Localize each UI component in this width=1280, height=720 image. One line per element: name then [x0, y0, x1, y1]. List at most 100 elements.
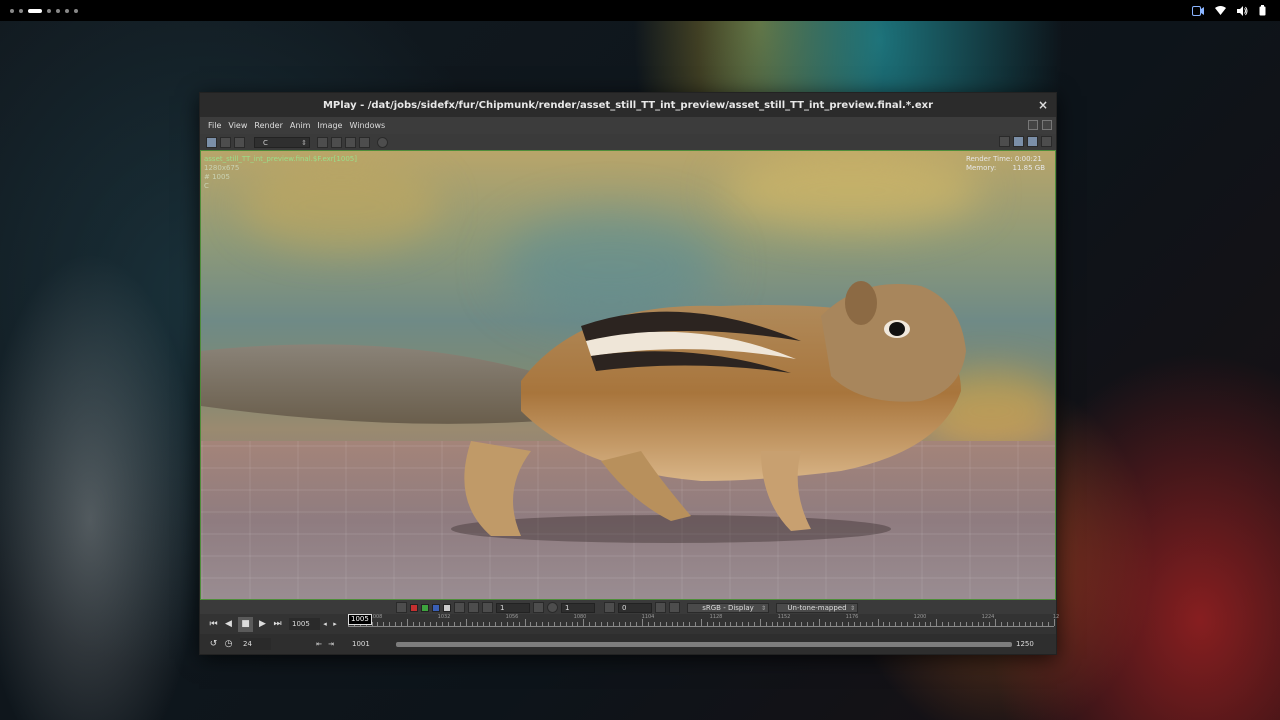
blue-channel-toggle[interactable]	[432, 603, 440, 612]
lut-icon[interactable]	[454, 602, 465, 613]
timeline-tick	[554, 622, 555, 626]
timeline-tick	[489, 622, 490, 626]
view-mode-button[interactable]	[206, 136, 217, 148]
menu-file[interactable]: File	[208, 121, 221, 130]
timeline-tick	[836, 622, 837, 626]
skip-to-end-icon[interactable]: ⏭	[270, 617, 285, 632]
range-start-step-icon[interactable]: ⇤	[313, 637, 325, 652]
timeline-tick	[783, 622, 784, 626]
step-forward-icon[interactable]: ▸	[330, 617, 340, 632]
timeline-tick	[583, 619, 584, 626]
timeline-frame-marker[interactable]: 1005	[348, 614, 372, 625]
green-channel-toggle[interactable]	[421, 603, 429, 612]
fps-field[interactable]: 24	[240, 638, 271, 650]
timeline-tick	[907, 622, 908, 626]
window-titlebar[interactable]: MPlay - /dat/jobs/sidefx/fur/Chipmunk/re…	[200, 93, 1056, 117]
timeline-tick	[613, 622, 614, 626]
timeline-tick	[672, 622, 673, 626]
workspace-dot[interactable]	[65, 8, 69, 13]
timeline-tick	[789, 622, 790, 626]
close-button[interactable]: ×	[1036, 98, 1050, 112]
float-window-icon[interactable]	[1028, 120, 1038, 130]
render-time-label: Render Time:	[965, 155, 1013, 163]
range-slider[interactable]	[396, 642, 1012, 647]
pin-icon[interactable]	[999, 136, 1010, 147]
snapshot-icon[interactable]	[396, 602, 407, 613]
alpha-channel-toggle[interactable]	[443, 603, 451, 612]
workspace-dot[interactable]	[74, 8, 78, 13]
workspace-dot[interactable]	[56, 8, 60, 13]
stop-icon[interactable]: ■	[238, 616, 253, 632]
timeline-tick	[830, 622, 831, 626]
range-start-value[interactable]: 1001	[352, 640, 370, 648]
menu-view[interactable]: View	[228, 121, 247, 130]
layout-quad-icon[interactable]	[1041, 136, 1052, 147]
timeline-tick	[601, 622, 602, 626]
current-frame-field[interactable]: 1005	[289, 618, 320, 630]
image-viewport[interactable]: asset_still_TT_int_preview.final.$F.exr[…	[200, 150, 1056, 600]
play-backward-icon[interactable]: ◀	[221, 617, 236, 632]
red-channel-toggle[interactable]	[410, 603, 418, 612]
workspace-indicator[interactable]	[0, 8, 78, 13]
maximize-window-icon[interactable]	[1042, 120, 1052, 130]
info-icon[interactable]	[377, 136, 388, 148]
workspace-dot[interactable]	[47, 8, 51, 13]
battery-icon[interactable]	[1259, 5, 1266, 16]
menu-image[interactable]: Image	[317, 121, 342, 130]
options-dropdown-icon[interactable]	[669, 602, 680, 613]
realtime-clock-icon[interactable]: ◷	[221, 637, 236, 652]
timeline-tick	[1025, 622, 1026, 626]
timeline-tick	[466, 619, 467, 626]
sequence-view-button[interactable]	[220, 136, 231, 148]
tonemap-select[interactable]: Un-tone-mapped	[776, 602, 858, 613]
timeline-tick	[1042, 622, 1043, 626]
frame-range-bar: ↺ ◷ 24 ⇤ ⇥ 1001 1250	[200, 634, 1056, 654]
exposure-field[interactable]: 1	[561, 602, 595, 613]
timeline-tick	[742, 622, 743, 626]
channel-select[interactable]: C	[254, 136, 310, 148]
menu-bar: File View Render Anim Image Windows	[200, 117, 1056, 134]
layout-grid-icon[interactable]	[1027, 136, 1038, 147]
zoom-in-icon[interactable]	[317, 136, 328, 148]
menu-anim[interactable]: Anim	[290, 121, 311, 130]
timeline-tick	[401, 622, 402, 626]
step-back-icon[interactable]: ◂	[320, 617, 330, 632]
gamma-increase-button[interactable]	[533, 602, 544, 613]
colorspace-select[interactable]: sRGB - Display	[687, 602, 769, 613]
timeline-tick	[436, 622, 437, 626]
gamma-field[interactable]: 1	[496, 602, 530, 613]
display-options-strip: 1 1 0 sRGB - Display Un-tone-mapped	[200, 600, 1056, 614]
menu-windows[interactable]: Windows	[349, 121, 385, 130]
layout-single-icon[interactable]	[1013, 136, 1024, 147]
range-end-value[interactable]: 1250	[1016, 640, 1034, 648]
loop-icon[interactable]: ↺	[206, 637, 221, 652]
timeline-tick	[1048, 622, 1049, 626]
workspace-dot-active[interactable]	[28, 8, 42, 13]
color-correct-icon[interactable]	[655, 602, 666, 613]
timeline-tick	[572, 622, 573, 626]
timeline-tick	[889, 622, 890, 626]
fit-icon[interactable]	[359, 136, 370, 148]
gamma-decrease-button[interactable]	[482, 602, 493, 613]
menu-render[interactable]: Render	[254, 121, 282, 130]
skip-to-start-icon[interactable]: ⏮	[206, 617, 221, 632]
range-end-step-icon[interactable]: ⇥	[325, 637, 337, 652]
timeline-tick	[972, 622, 973, 626]
offset-field[interactable]: 0	[618, 602, 652, 613]
zoom-out-icon[interactable]	[331, 136, 342, 148]
timeline-tick	[854, 622, 855, 626]
wifi-icon[interactable]	[1215, 6, 1226, 15]
timeline-tick	[519, 622, 520, 626]
home-icon[interactable]	[345, 136, 356, 148]
volume-icon[interactable]	[1237, 5, 1248, 16]
settings-gear-icon[interactable]	[468, 602, 479, 613]
screen-record-icon[interactable]	[1192, 5, 1204, 16]
flipbook-view-button[interactable]	[234, 136, 245, 148]
play-forward-icon[interactable]: ▶	[255, 617, 270, 632]
timeline[interactable]: 1008 1032 1056 1080 1104 1128 1152 1176 1200 1224…	[348, 614, 1059, 634]
workspace-dot[interactable]	[10, 8, 14, 13]
timeline-tick	[483, 622, 484, 626]
workspace-dot[interactable]	[19, 8, 23, 13]
timeline-tick	[860, 622, 861, 626]
playback-controls: ⏮ ◀ ■ ▶ ⏭ 1005 ◂ ▸ 1008 1032 1056 1080 1104 1…	[200, 614, 1059, 634]
